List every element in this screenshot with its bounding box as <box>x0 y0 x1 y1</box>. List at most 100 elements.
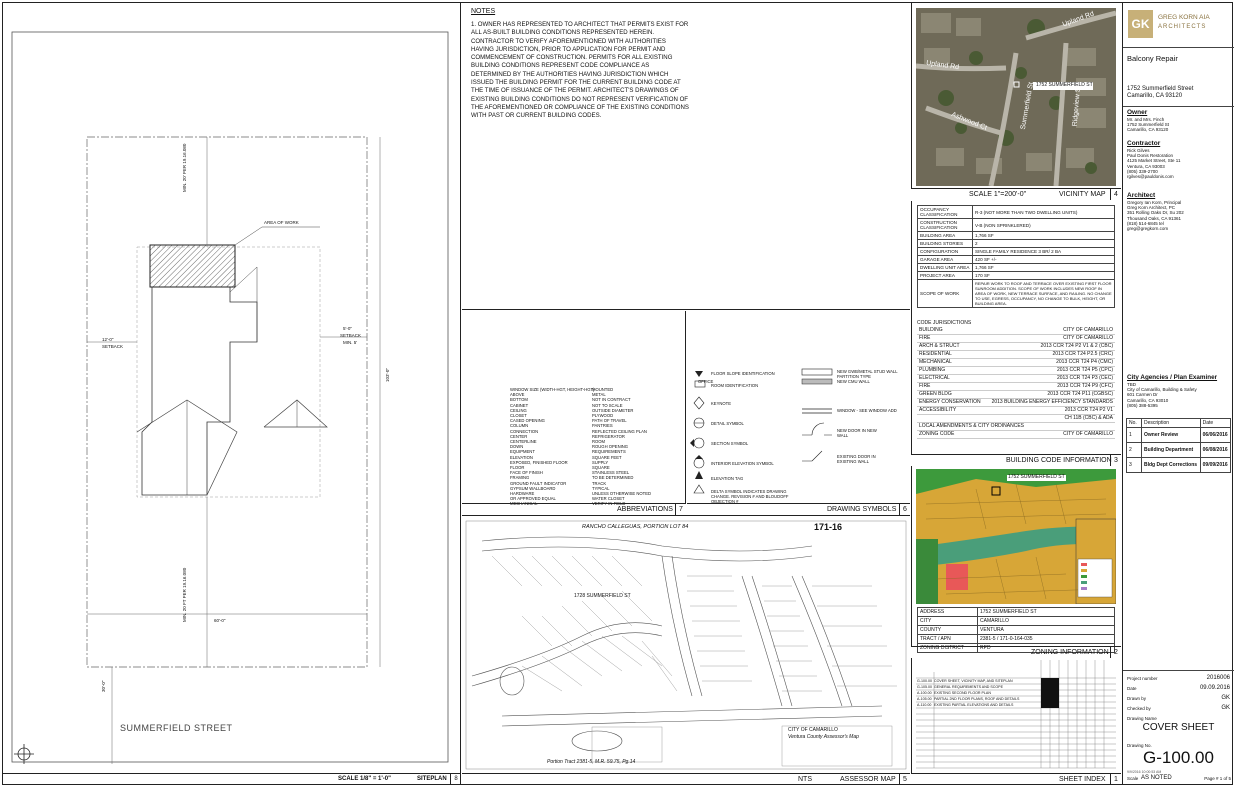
table-row: BUILDING AREA 1,766 SF <box>917 231 1115 240</box>
table-row: BUILDING STORIES 2 <box>917 239 1115 248</box>
front-dim: 30'-0" <box>101 680 106 692</box>
project-number-label: Project number <box>1127 676 1158 681</box>
drawing-symbols-num: 6 <box>899 504 910 515</box>
assessor-header: RANCHO CALLEGUAS, PORTION LOT 84 <box>582 524 689 530</box>
table-row: ADDRESS 1752 SUMMERFIELD ST <box>917 607 1115 617</box>
table-row: CITY CAMARILLO <box>917 616 1115 626</box>
list-item: BUILDING CITY OF CAMARILLO <box>917 327 1115 335</box>
jurisdictions-title: CODE JURISDICTIONS <box>917 320 972 326</box>
building-info-titlebar: BUILDING CODE INFORMATION 3 <box>911 454 1121 466</box>
building-info-num: 3 <box>1110 455 1121 466</box>
jurisdictions-list: BUILDING CITY OF CAMARILLO FIRE CITY OF CA… <box>917 327 1115 439</box>
list-item: PLUMBING 2013 CCR T24 P5 (CPC) <box>917 367 1115 375</box>
site-plan-num: 8 <box>450 774 461 785</box>
assessor-tract: Portion Tract 2381-5, M.R. 59.75, Pg.14 <box>547 759 636 765</box>
table-row: SCOPE OF WORK REPAIR WORK TO ROOF AND TER… <box>917 279 1115 308</box>
area-of-work-label: AREA OF WORK <box>264 220 299 225</box>
symbol-label: SECTION SYMBOL <box>711 441 749 446</box>
abbreviations-title: ABBREVIATIONS <box>617 506 673 513</box>
list-item: ELECTRICAL 2013 CCR T24 P3 (CEC) <box>917 375 1115 383</box>
table-row: TRACT / APN 2381-5 / 171-0-164-035 <box>917 634 1115 644</box>
agency-h: City Agencies / Plan Examiner <box>1127 374 1218 381</box>
site-plan-drawing <box>11 31 449 764</box>
checked-label: Checked by <box>1127 706 1151 711</box>
list-item: ZONING CODE CITY OF CAMARILLO <box>917 431 1115 439</box>
building-info-table: OCCUPANCY CLASSIFICATION R-3 (NOT MORE TH… <box>917 205 1115 308</box>
assessor-titlebar: NTS ASSESSOR MAP 5 <box>462 773 910 785</box>
revision-table: No. Description Date 1 Owner Review 06/06/20… <box>1126 418 1232 473</box>
abbrev-col2: MOUNTED METAL NOT IN CONTRACT NOT TO SCA… <box>592 387 651 507</box>
title-block: GK GREG KORN AIA ARCHITECTS Balcony Repa… <box>1122 2 1234 785</box>
street-label: SUMMERFIELD STREET <box>120 723 233 733</box>
abbreviations-num: 7 <box>675 504 686 515</box>
list-item: LOCAL AMENDMENTS & CITY ORDINANCES <box>917 423 1115 431</box>
list-item: FIRE 2013 CCR T24 P9 (CFC) <box>917 383 1115 391</box>
zoning-title: ZONING INFORMATION <box>1031 649 1109 656</box>
vicinity-titlebar: SCALE 1"=200'-0" VICINITY MAP 4 <box>911 188 1121 200</box>
project-address-1: 1752 Summerfield Street <box>1127 86 1194 92</box>
assessor-title: ASSESSOR MAP <box>840 776 896 783</box>
site-plan-titlebar: SCALE 1/8" = 1'-0" SITEPLAN 8 <box>2 773 461 785</box>
vicinity-panel: 1752 SUMMERFIELD ST Upland Rd Upland Rd … <box>911 2 1121 188</box>
assessor-book: 171-16 <box>814 522 843 532</box>
symbols-drawing <box>690 368 833 494</box>
firm-sub: ARCHITECTS <box>1158 24 1207 30</box>
vicinity-num: 4 <box>1110 189 1121 200</box>
site-plan-title: SITEPLAN <box>417 776 447 782</box>
drawing-symbols-title: DRAWING SYMBOLS <box>827 506 897 513</box>
table-row: PROJECT AREA 170 SF <box>917 271 1115 280</box>
notes-text: 1. OWNER HAS REPRESENTED TO ARCHITECT TH… <box>471 21 689 120</box>
firm-logo-box: GK GREG KORN AIA ARCHITECTS <box>1126 6 1230 44</box>
symbol-label: NEW DOOR IN NEW WALL <box>837 428 877 439</box>
owner-h: Owner <box>1127 109 1148 116</box>
sheet-index-title: SHEET INDEX <box>1059 776 1106 783</box>
list-item: CH 11B (CBC) & ADA <box>917 415 1115 423</box>
area-of-work-hatch <box>149 244 236 288</box>
sheet-index-list: G-100.00 COVER SHEET, VICINITY MAP, AND S… <box>917 678 1019 708</box>
table-row: GARAGE AREA 420 SF +/- <box>917 255 1115 264</box>
abbreviations-panel: WINDOW SIZE (WIDTH-HGT, HEIGHT-HGT) ABOV… <box>462 311 686 506</box>
list-item: GREEN BLDG 2013 CCR T24 P11 (CGBSC) <box>917 391 1115 399</box>
table-row: 3 Bldg Dept Corrections 09/09/2016 <box>1126 457 1232 473</box>
project-info-box: Project number 2016006 Date 09.09.2016 D… <box>1123 670 1234 785</box>
sheet-index-panel: G-100.00 COVER SHEET, VICINITY MAP, AND S… <box>911 658 1121 773</box>
date-value: 09.09.2016 <box>1199 685 1230 691</box>
table-row: OCCUPANCY CLASSIFICATION R-3 (NOT MORE TH… <box>917 205 1115 219</box>
project-name: Balcony Repair <box>1127 54 1178 63</box>
assessor-nts: NTS <box>798 776 812 783</box>
sheet-index-grid <box>916 660 1116 769</box>
assessor-map-panel: RANCHO CALLEGUAS, PORTION LOT 84 171-16 … <box>462 515 910 773</box>
symbol-label: EXISTING DOOR IN EXISTING WALL <box>837 454 876 465</box>
list-item: ACCESSIBILITY 2013 CCR T24 P2 V1 <box>917 407 1115 415</box>
sheet-index-titlebar: SHEET INDEX 1 <box>911 773 1121 785</box>
architect-h: Architect <box>1127 192 1156 199</box>
list-item: ENERGY CONSERVATION 2013 BUILDING ENERGY … <box>917 399 1115 407</box>
symbol-label: DETAIL SYMBOL <box>711 421 744 426</box>
drawing-name: COVER SHEET <box>1142 722 1215 733</box>
firm-logo: GK <box>1128 10 1153 38</box>
assessor-num: 5 <box>899 774 910 785</box>
drawing-number: G-100.00 <box>1143 748 1214 767</box>
zoning-map <box>916 469 1116 604</box>
list-item: A-110.00 EXISTING PARTIAL ELEVATIONS AND … <box>917 703 1014 707</box>
drawn-value: GK <box>1221 695 1230 701</box>
zoning-panel: 1752 SUMMERFIELD ST ADDRESS 1752 SUMMERFI… <box>911 466 1121 653</box>
depth-dim: 103'-0" <box>385 368 390 382</box>
zoning-marker: 1752 SUMMERFIELD ST <box>1007 474 1066 481</box>
site-plan-scale: SCALE 1/8" = 1'-0" <box>338 776 391 782</box>
agency-block: TBD City of Camarillo, Building & Safety 6… <box>1127 382 1197 408</box>
assessor-city: CITY OF CAMARILLO <box>788 727 838 733</box>
page-number: Page # 1 of 5 <box>1204 776 1231 781</box>
sheet-index-num: 1 <box>1110 774 1121 785</box>
right-setback-min: MIN. 5' <box>343 340 358 345</box>
vicinity-scale: SCALE 1"=200'-0" <box>969 191 1027 198</box>
width-dim: 60'-0" <box>214 618 226 623</box>
symbol-label: NEW GWB/METAL STUD WALL PARTITION TYPE <box>837 369 898 380</box>
symbol-label: INTERIOR ELEVATION SYMBOL <box>711 461 774 466</box>
symbol-label: FLOOR SLOPE IDENTIFICATION <box>711 371 775 376</box>
project-number: 2016006 <box>1206 675 1230 681</box>
building-info-panel: OCCUPANCY CLASSIFICATION R-3 (NOT MORE TH… <box>911 201 1121 455</box>
list-item: FIRE CITY OF CAMARILLO <box>917 335 1115 343</box>
owner-block: Mr. and Mrs. Finch 1752 Summerfield St Cam… <box>1127 117 1170 133</box>
drawing-symbols-panel: OFFICE FLOOR SLOPE IDENTIFICATION ROOM I… <box>687 311 910 504</box>
